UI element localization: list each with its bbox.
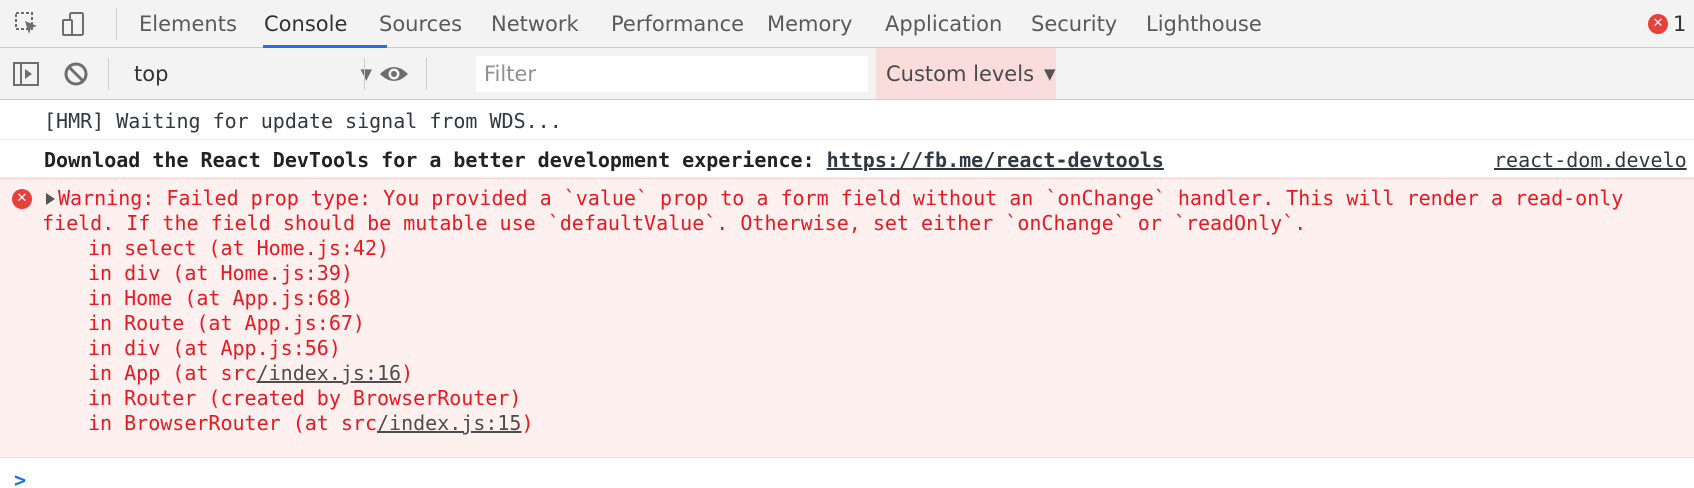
- stack-frame: in select (at Home.js:42): [88, 236, 390, 260]
- tab-console[interactable]: Console: [264, 0, 347, 48]
- tab-memory[interactable]: Memory: [767, 0, 852, 48]
- context-selector[interactable]: top ▼: [126, 58, 380, 90]
- devtools-link[interactable]: https://fb.me/react-devtools: [827, 148, 1164, 172]
- console-output: [HMR] Waiting for update signal from WDS…: [0, 100, 1694, 488]
- warning-message: ✕ Warning: Failed prop type: You provide…: [0, 178, 1694, 458]
- console-message: Download the React DevTools for a better…: [0, 140, 1694, 178]
- stack-frame: in div (at App.js:56): [88, 336, 341, 360]
- tab-performance[interactable]: Performance: [611, 0, 744, 48]
- stack-frame: in App (at src/index.js:16): [88, 361, 413, 385]
- message-body: Download the React DevTools for a better…: [44, 148, 827, 172]
- stack-frame-prefix: in BrowserRouter (at src: [88, 411, 377, 435]
- warning-text-line: field. If the field should be mutable us…: [42, 211, 1307, 235]
- console-message-text: Download the React DevTools for a better…: [44, 148, 1164, 172]
- stack-frame-link[interactable]: /index.js:15: [377, 411, 522, 435]
- context-selector-value: top: [134, 62, 169, 86]
- warning-text-line: Warning: Failed prop type: You provided …: [58, 186, 1624, 210]
- tab-application[interactable]: Application: [885, 0, 1002, 48]
- device-toolbar-icon[interactable]: [58, 9, 88, 39]
- chevron-down-icon: ▼: [360, 65, 372, 83]
- console-toolbar: top ▼ Custom levels ▼: [0, 48, 1694, 100]
- stack-frame: in div (at Home.js:39): [88, 261, 353, 285]
- stack-frame-suffix: ): [401, 361, 414, 385]
- stack-frame-prefix: in App (at src: [88, 361, 257, 385]
- stack-frame: in Route (at App.js:67): [88, 311, 365, 335]
- show-sidebar-icon[interactable]: [10, 58, 42, 90]
- tab-security[interactable]: Security: [1031, 0, 1117, 48]
- stack-frame-suffix: ): [521, 411, 534, 435]
- tab-sources[interactable]: Sources: [379, 0, 462, 48]
- message-source-link[interactable]: react-dom.develo: [1494, 148, 1694, 172]
- tabbar-separator: [116, 8, 117, 40]
- tab-network[interactable]: Network: [491, 0, 579, 48]
- log-levels-dropdown[interactable]: Custom levels ▼: [876, 48, 1056, 99]
- toolbar-separator: [426, 58, 427, 90]
- console-message: [HMR] Waiting for update signal from WDS…: [0, 100, 1694, 140]
- stack-frame-link[interactable]: /index.js:16: [257, 361, 402, 385]
- error-count: 1: [1673, 12, 1687, 36]
- expand-triangle-icon[interactable]: [46, 193, 55, 205]
- toolbar-separator: [108, 58, 109, 90]
- error-count-badge[interactable]: ✕ 1: [1648, 12, 1686, 36]
- log-levels-label: Custom levels: [886, 61, 1035, 86]
- tab-elements[interactable]: Elements: [139, 0, 237, 48]
- inspect-element-icon[interactable]: [12, 9, 42, 39]
- chevron-down-icon: ▼: [1044, 64, 1056, 83]
- stack-frame: in BrowserRouter (at src/index.js:15): [88, 411, 534, 435]
- console-message-text: [HMR] Waiting for update signal from WDS…: [44, 109, 562, 133]
- filter-input[interactable]: [476, 56, 868, 92]
- stack-frame: in Home (at App.js:68): [88, 286, 353, 310]
- error-icon: ✕: [1648, 14, 1668, 34]
- toolbar-separator: [364, 58, 365, 90]
- live-expression-eye-icon[interactable]: [378, 58, 410, 90]
- console-prompt[interactable]: >: [14, 468, 26, 488]
- tab-lighthouse[interactable]: Lighthouse: [1146, 0, 1262, 48]
- stack-frame: in Router (created by BrowserRouter): [88, 386, 522, 410]
- error-icon: ✕: [12, 189, 32, 209]
- clear-console-icon[interactable]: [60, 58, 92, 90]
- devtools-tabbar: Elements Console Sources Network Perform…: [0, 0, 1694, 48]
